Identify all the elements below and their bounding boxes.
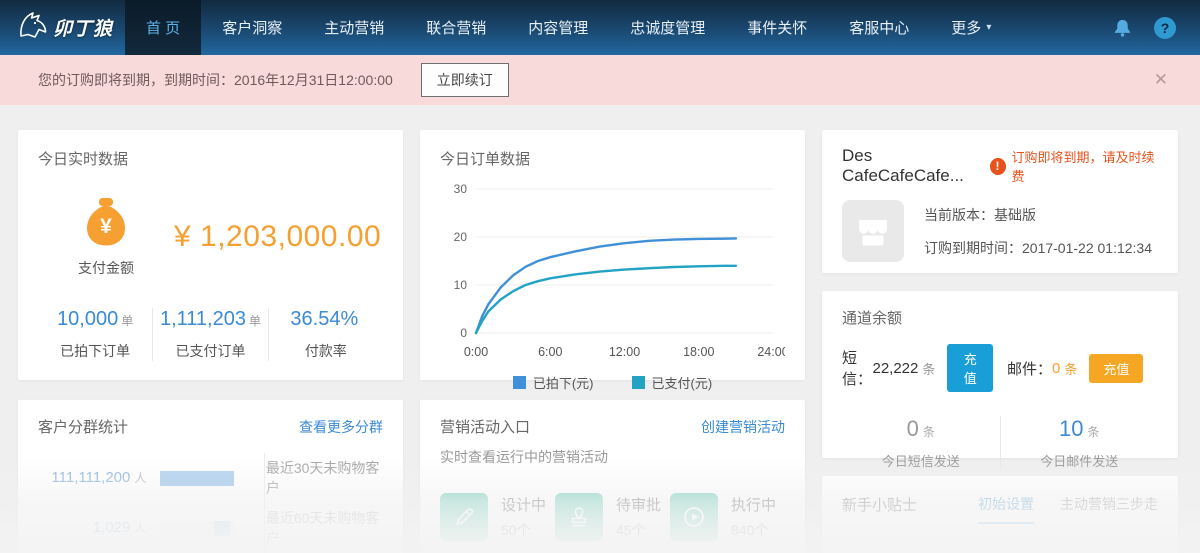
logo-text: 卯丁狼 (53, 19, 114, 40)
renew-now-button[interactable]: 立即续订 (420, 63, 509, 97)
warning-icon: ! (989, 157, 1006, 175)
money-bag-icon: ¥ (79, 198, 133, 253)
tips-card-title: 新手小贴士 (842, 497, 918, 514)
orders-card-title: 今日订单数据 (440, 151, 531, 168)
mail-recharge-button[interactable]: 充值 (1089, 353, 1144, 383)
channel-card-title: 通道余额 (842, 310, 903, 327)
today-sms-sent: 0条 今日短信发送 (842, 416, 1001, 470)
nav-item-content-management[interactable]: 内容管理 (507, 0, 609, 55)
nav-item-loyalty-management[interactable]: 忠诚度管理 (609, 0, 726, 55)
legend-item[interactable]: 已支付(元) (631, 373, 713, 392)
svg-text:¥: ¥ (100, 215, 112, 238)
pay-amount-label: 支付金额 (78, 260, 134, 276)
nav-item-proactive-marketing[interactable]: 主动营销 (303, 0, 405, 55)
sms-balance: 短信： 22,222 条 充值 (842, 344, 993, 392)
pay-amount-value: ¥ 1,203,000.00 (174, 219, 382, 253)
svg-text:12:00: 12:00 (609, 345, 640, 359)
beginner-tips-card: 新手小贴士 初始设置 主动营销三步走 (822, 476, 1178, 553)
stat-orders-placed: 10,000 单 已拍下订单 (38, 308, 154, 361)
nav-item-more[interactable]: 更多 ▾ (930, 0, 1012, 55)
chart-legend: 已拍下(元) 已支付(元) (440, 373, 785, 392)
today-mail-sent: 10 条 今日邮件发送 (1040, 416, 1119, 469)
orders-chart: 0 10 20 30 0:00 6:00 12:00 18:00 24:00 (454, 182, 785, 359)
subscription-expiry: 订购到期时间：2017-01-22 01:12:34 (924, 239, 1152, 256)
campaigns-card: 营销活动入口 创建营销活动 实时查看运行中的营销活动 设计中 50个 待审批 4… (420, 400, 805, 553)
segment-bar (160, 520, 234, 536)
stat-orders-paid: 1,111,203 单 已支付订单 (153, 308, 269, 361)
campaigns-card-title: 营销活动入口 (440, 419, 531, 436)
campaign-entry-running[interactable]: 执行中 840个 (670, 493, 785, 541)
stamp-icon (555, 493, 603, 541)
account-card: Des CafeCafeCafe... ! 订购即将到期，请及时续费 当前版本：… (822, 130, 1178, 273)
storefront-icon (842, 200, 904, 262)
nav-item-event-care[interactable]: 事件关怀 (726, 0, 828, 55)
legend-item[interactable]: 已拍下(元) (512, 373, 594, 392)
legend-swatch-icon (512, 376, 526, 389)
legend-swatch-icon (631, 376, 645, 389)
notification-bell-icon[interactable] (1111, 16, 1134, 40)
tab-marketing-3-steps[interactable]: 主动营销三步走 (1060, 494, 1158, 524)
chevron-down-icon: ▾ (986, 22, 992, 33)
stat-payment-rate: 36.54% 付款率 (290, 308, 359, 359)
app-logo[interactable]: 卯丁狼 (0, 0, 125, 55)
svg-text:6:00: 6:00 (538, 345, 562, 359)
realtime-card-title: 今日实时数据 (38, 151, 129, 168)
wolf-logo-icon (14, 9, 50, 46)
store-name: Des CafeCafeCafe... (842, 146, 964, 185)
svg-text:0: 0 (460, 326, 467, 340)
mail-balance: 邮件： 0 条 充值 (993, 353, 1158, 383)
orders-chart-card: 今日订单数据 0 10 20 30 0:00 6:00 12:00 18:00 24:00 已拍… (420, 130, 805, 391)
campaign-entry-pending-approval[interactable]: 待审批 45个 (555, 493, 670, 541)
expiry-alert-bar: 您的订购即将到期，到期时间：2016年12月31日12:00:00 立即续订 ✕ (0, 55, 1200, 105)
create-campaign-link[interactable]: 创建营销活动 (701, 417, 785, 437)
view-more-segments-link[interactable]: 查看更多分群 (299, 417, 383, 437)
customer-segments-card: 客户分群统计 查看更多分群 111,111,200 人 最近30天未购物客户 1,… (18, 400, 403, 553)
realtime-data-card: 今日实时数据 ¥ 支付金额 ¥ 1,203,000.00 10,000 单 已拍… (18, 130, 403, 380)
help-icon[interactable]: ? (1154, 16, 1176, 39)
dashboard-main: 今日实时数据 ¥ 支付金额 ¥ 1,203,000.00 10,000 单 已拍… (0, 105, 1200, 553)
svg-text:30: 30 (454, 182, 468, 196)
pencil-icon (440, 493, 488, 541)
legend-label: 已支付(元) (651, 376, 713, 391)
svg-text:0:00: 0:00 (464, 345, 488, 359)
nav-item-home[interactable]: 首 页 (125, 0, 202, 55)
legend-label: 已拍下(元) (532, 376, 594, 391)
svg-text:10: 10 (454, 278, 468, 292)
close-icon[interactable]: ✕ (1146, 66, 1176, 94)
segments-card-title: 客户分群统计 (38, 419, 129, 436)
svg-text:18:00: 18:00 (683, 345, 714, 359)
top-navbar: 卯丁狼 首 页 客户洞察 主动营销 联合营销 内容管理 忠诚度管理 事件关怀 客… (0, 0, 1200, 55)
current-version: 当前版本：基础版 (924, 206, 1036, 223)
play-icon (670, 493, 718, 541)
nav-item-customer-service[interactable]: 客服中心 (828, 0, 930, 55)
nav-item-joint-marketing[interactable]: 联合营销 (405, 0, 507, 55)
nav-item-customer-insight[interactable]: 客户洞察 (201, 0, 303, 55)
channel-balance-card: 通道余额 短信： 22,222 条 充值 邮件： 0 条 充值 0条 今日短信发… (822, 291, 1178, 470)
expiry-warning: ! 订购即将到期，请及时续费 (989, 147, 1158, 185)
campaigns-subtitle: 实时查看运行中的营销活动 (440, 449, 608, 465)
segment-bar (160, 470, 234, 486)
alert-message: 您的订购即将到期，到期时间：2016年12月31日12:00:00 (38, 72, 393, 88)
tab-initial-setup[interactable]: 初始设置 (978, 494, 1034, 524)
segment-row-30d[interactable]: 111,111,200 人 最近30天未购物客户 (38, 453, 383, 503)
svg-text:20: 20 (454, 230, 468, 244)
svg-text:24:00: 24:00 (757, 345, 785, 359)
campaign-entry-designing[interactable]: 设计中 50个 (440, 493, 555, 541)
sms-recharge-button[interactable]: 充值 (947, 344, 993, 392)
segment-row-60d[interactable]: 1,029 人 最近60天未购物客户 (38, 503, 383, 553)
